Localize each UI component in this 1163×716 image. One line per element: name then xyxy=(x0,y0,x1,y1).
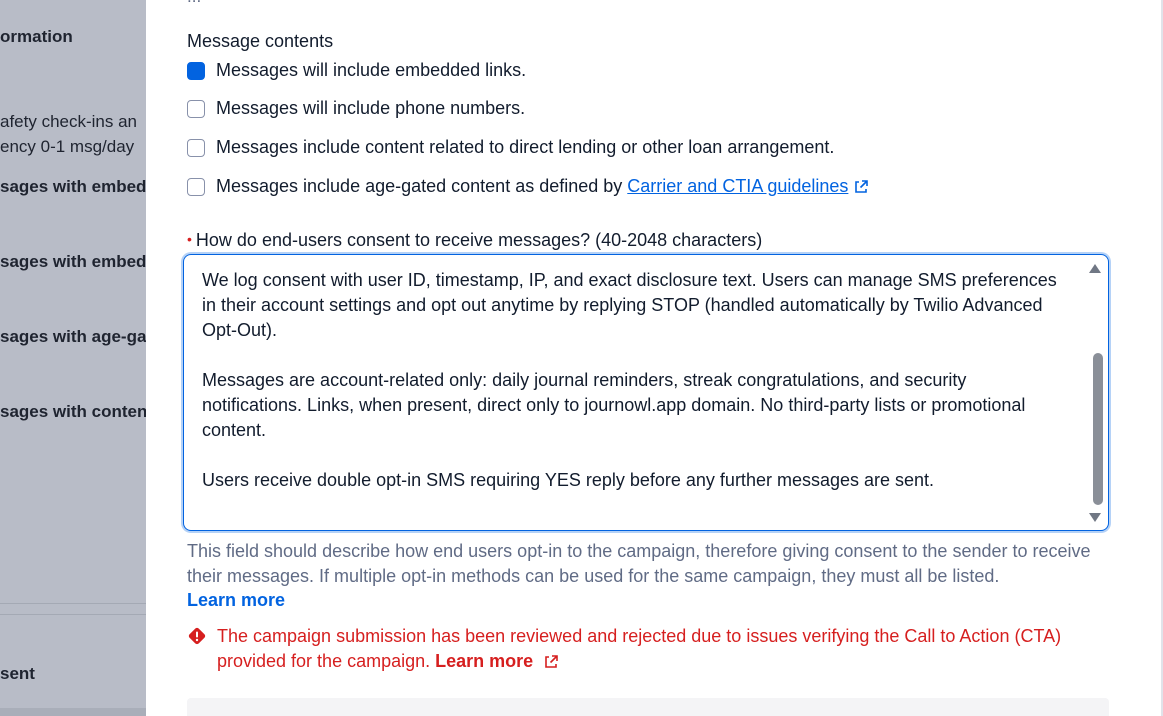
error-diamond-icon xyxy=(188,627,206,645)
background-text: afety check-ins an xyxy=(0,112,138,131)
scroll-down-arrow-icon[interactable] xyxy=(1089,513,1101,522)
next-section-box xyxy=(187,698,1109,716)
message-contents-label: Message contents xyxy=(187,31,334,51)
background-divider xyxy=(0,614,146,615)
required-indicator: • xyxy=(187,231,192,247)
external-link-icon xyxy=(855,179,869,193)
textarea-scrollbar-thumb[interactable] xyxy=(1093,353,1103,505)
consent-help-text: This field should describe how end users… xyxy=(187,541,1091,586)
external-link-icon xyxy=(545,655,559,668)
campaign-modal: ... Message contents Messages will inclu… xyxy=(146,0,1163,716)
checkbox-age-gated[interactable] xyxy=(187,177,205,196)
checkbox-embedded-links[interactable] xyxy=(187,61,205,80)
checkbox-phone-numbers[interactable] xyxy=(187,99,205,118)
background-text: sages with conten xyxy=(0,402,146,421)
background-page: ormation afety check-ins an ency 0-1 msg… xyxy=(0,0,146,716)
background-text: sages with embed xyxy=(0,252,146,271)
checkbox-label: Messages include content related to dire… xyxy=(216,137,835,157)
consent-textarea-value: We log consent with user ID, timestamp, … xyxy=(202,270,1057,490)
checkbox-row-phone-numbers[interactable]: Messages will include phone numbers. xyxy=(187,98,525,119)
background-text: sages with age-ga xyxy=(0,327,146,346)
background-divider xyxy=(0,603,146,604)
checkbox-row-direct-lending[interactable]: Messages include content related to dire… xyxy=(187,137,834,158)
background-text: ormation xyxy=(0,27,73,46)
background-text: sages with embed xyxy=(0,177,146,196)
consent-field-label-text: How do end-users consent to receive mess… xyxy=(195,230,763,250)
consent-field-label: • How do end-users consent to receive mes… xyxy=(187,230,762,251)
checkbox-row-age-gated[interactable]: Messages include age-gated content as de… xyxy=(187,176,869,197)
error-learn-more-link[interactable]: Learn more xyxy=(435,651,533,671)
checkbox-row-embedded-links[interactable]: Messages will include embedded links. xyxy=(187,60,526,81)
error-message: The campaign submission has been reviewe… xyxy=(187,624,1117,674)
background-bar xyxy=(0,708,146,716)
checkbox-label: Messages will include phone numbers. xyxy=(216,98,526,118)
learn-more-link[interactable]: Learn more xyxy=(187,590,285,611)
ctia-guidelines-link[interactable]: Carrier and CTIA guidelines xyxy=(627,176,848,197)
checkbox-label: Messages include age-gated content as de… xyxy=(216,176,628,196)
error-text: The campaign submission has been reviewe… xyxy=(217,626,1062,671)
checkbox-direct-lending[interactable] xyxy=(187,138,205,157)
background-text: sent xyxy=(0,664,35,683)
consent-textarea[interactable]: We log consent with user ID, timestamp, … xyxy=(183,254,1109,531)
checkbox-label: Messages will include embedded links. xyxy=(216,60,527,80)
scroll-up-arrow-icon[interactable] xyxy=(1089,264,1101,273)
cut-off-text: ... xyxy=(187,0,201,7)
background-text: ency 0-1 msg/day xyxy=(0,137,135,156)
